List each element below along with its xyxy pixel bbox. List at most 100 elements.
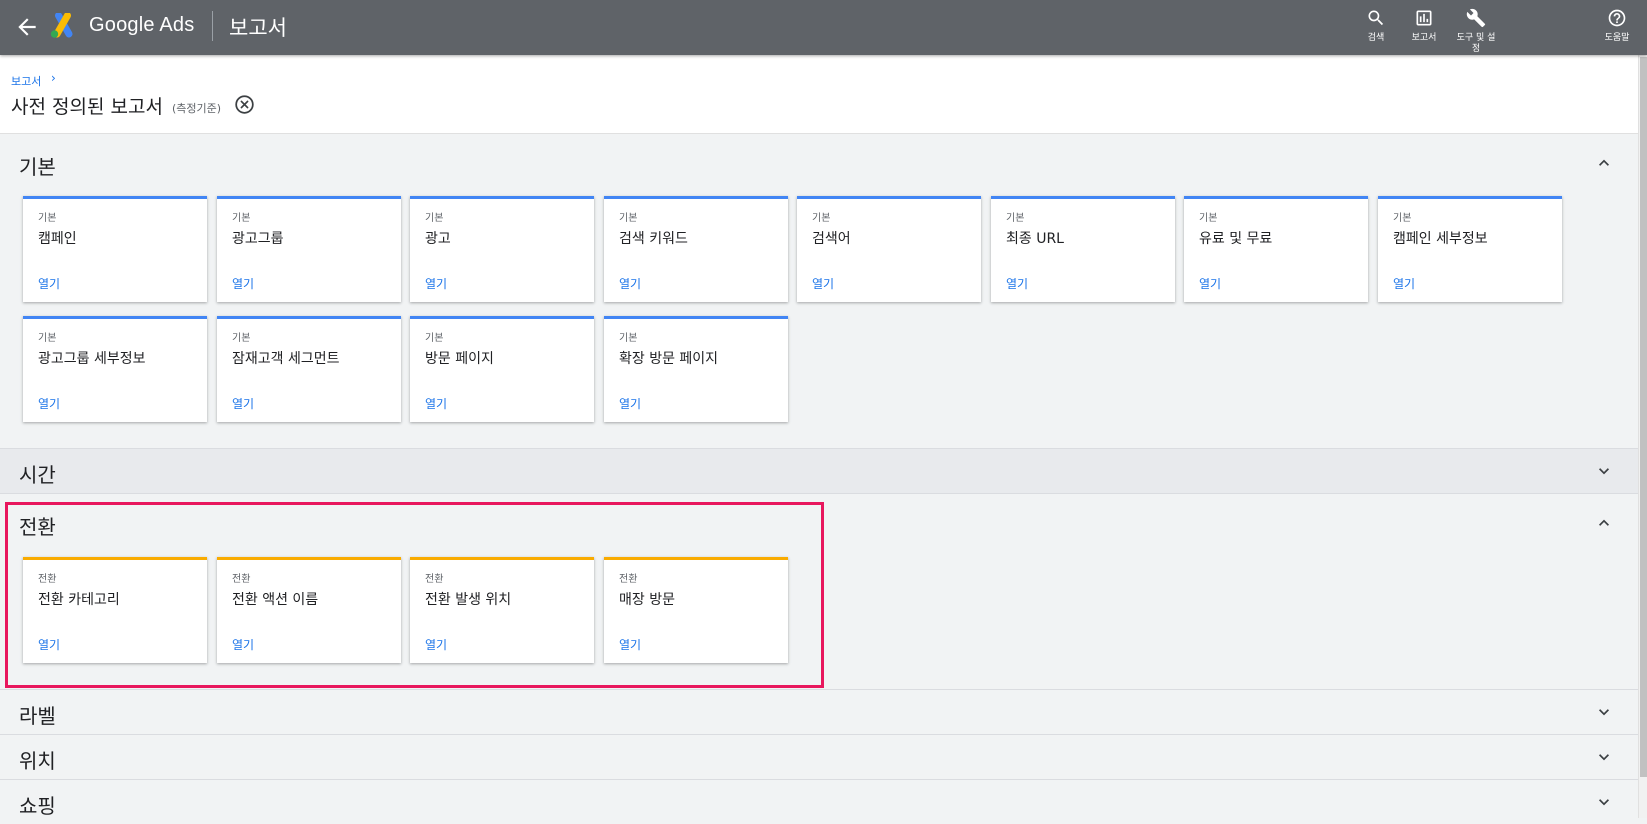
card-name: 검색어 bbox=[812, 231, 851, 247]
report-card-ad[interactable]: 기본 광고 열기 bbox=[410, 196, 594, 302]
section-header-time[interactable]: 시간 bbox=[0, 449, 1638, 493]
section-header-shopping[interactable]: 쇼핑 bbox=[0, 780, 1638, 824]
report-card-conversion-source[interactable]: 전환 전환 발생 위치 열기 bbox=[410, 557, 594, 663]
clear-button[interactable] bbox=[234, 94, 255, 115]
card-category: 전환 bbox=[38, 574, 57, 585]
scrollbar-thumb[interactable] bbox=[1640, 57, 1647, 777]
section-header-basic[interactable]: 기본 bbox=[0, 141, 1638, 185]
chevron-up-icon[interactable] bbox=[1594, 513, 1614, 533]
open-link[interactable]: 열기 bbox=[619, 395, 641, 412]
page-header: 보고서 › 사전 정의된 보고서 (측정기준) bbox=[0, 55, 1638, 134]
card-category: 기본 bbox=[425, 213, 444, 224]
section-header-labels[interactable]: 라벨 bbox=[0, 690, 1638, 734]
breadcrumb-reports-link[interactable]: 보고서 bbox=[11, 73, 41, 89]
report-card-final-url[interactable]: 기본 최종 URL 열기 bbox=[991, 196, 1175, 302]
card-name: 최종 URL bbox=[1006, 231, 1064, 247]
open-link[interactable]: 열기 bbox=[232, 636, 254, 653]
report-card-ad-group[interactable]: 기본 광고그룹 열기 bbox=[217, 196, 401, 302]
brand-divider bbox=[212, 11, 213, 41]
open-link[interactable]: 열기 bbox=[38, 275, 60, 292]
report-card-campaign-details[interactable]: 기본 캠페인 세부정보 열기 bbox=[1378, 196, 1562, 302]
help-button[interactable]: 도움말 bbox=[1587, 8, 1647, 44]
card-category: 기본 bbox=[232, 213, 251, 224]
current-page-name: 보고서 bbox=[229, 16, 287, 40]
card-category: 전환 bbox=[425, 574, 444, 585]
card-category: 기본 bbox=[619, 333, 638, 344]
vertical-scrollbar[interactable] bbox=[1638, 55, 1647, 818]
card-name: 캠페인 세부정보 bbox=[1393, 231, 1488, 247]
card-category: 전환 bbox=[232, 574, 251, 585]
open-link[interactable]: 열기 bbox=[1006, 275, 1028, 292]
card-category: 기본 bbox=[38, 213, 57, 224]
open-link[interactable]: 열기 bbox=[619, 275, 641, 292]
open-link[interactable]: 열기 bbox=[1199, 275, 1221, 292]
card-name: 전환 카테고리 bbox=[38, 592, 120, 608]
card-name: 캠페인 bbox=[38, 231, 77, 247]
card-category: 기본 bbox=[1393, 213, 1412, 224]
close-circle-icon bbox=[235, 95, 254, 114]
card-name: 광고그룹 bbox=[232, 231, 284, 247]
chevron-down-icon[interactable] bbox=[1594, 792, 1614, 812]
open-link[interactable]: 열기 bbox=[232, 275, 254, 292]
open-link[interactable]: 열기 bbox=[38, 395, 60, 412]
card-category: 기본 bbox=[812, 213, 831, 224]
reports-label: 보고서 bbox=[1411, 33, 1437, 43]
chevron-down-icon[interactable] bbox=[1594, 702, 1614, 722]
section-header-locations[interactable]: 위치 bbox=[0, 735, 1638, 779]
chevron-down-icon[interactable] bbox=[1594, 461, 1614, 481]
card-category: 기본 bbox=[619, 213, 638, 224]
card-category: 기본 bbox=[232, 333, 251, 344]
open-link[interactable]: 열기 bbox=[1393, 275, 1415, 292]
reports-button[interactable]: 보고서 bbox=[1394, 8, 1454, 44]
section-title: 시간 bbox=[19, 463, 56, 487]
card-name: 광고그룹 세부정보 bbox=[38, 351, 146, 367]
open-link[interactable]: 열기 bbox=[619, 636, 641, 653]
report-card-conversion-category[interactable]: 전환 전환 카테고리 열기 bbox=[23, 557, 207, 663]
report-card-ad-group-details[interactable]: 기본 광고그룹 세부정보 열기 bbox=[23, 316, 207, 422]
card-name: 매장 방문 bbox=[619, 592, 675, 608]
report-card-audience-segments[interactable]: 기본 잠재고객 세그먼트 열기 bbox=[217, 316, 401, 422]
google-ads-logo-icon[interactable] bbox=[48, 12, 78, 39]
card-category: 기본 bbox=[425, 333, 444, 344]
arrow-back-icon[interactable] bbox=[14, 14, 40, 40]
report-card-conversion-action-name[interactable]: 전환 전환 액션 이름 열기 bbox=[217, 557, 401, 663]
help-label: 도움말 bbox=[1604, 33, 1630, 43]
section-title: 위치 bbox=[19, 749, 56, 773]
open-link[interactable]: 열기 bbox=[232, 395, 254, 412]
chevron-down-icon[interactable] bbox=[1594, 747, 1614, 767]
card-category: 기본 bbox=[1199, 213, 1218, 224]
card-name: 전환 발생 위치 bbox=[425, 592, 512, 608]
search-icon bbox=[1368, 10, 1384, 26]
report-card-search-term[interactable]: 기본 검색어 열기 bbox=[797, 196, 981, 302]
open-link[interactable]: 열기 bbox=[38, 636, 60, 653]
brand-name: Google Ads bbox=[89, 14, 195, 36]
card-category: 전환 bbox=[619, 574, 638, 585]
tools-settings-button[interactable]: 도구 및 설정 bbox=[1446, 8, 1506, 55]
card-name: 확장 방문 페이지 bbox=[619, 351, 719, 367]
card-name: 방문 페이지 bbox=[425, 351, 494, 367]
open-link[interactable]: 열기 bbox=[425, 275, 447, 292]
section-divider bbox=[0, 493, 1638, 494]
section-title: 라벨 bbox=[19, 704, 56, 728]
reports-icon bbox=[1416, 10, 1432, 26]
chevron-up-icon[interactable] bbox=[1594, 153, 1614, 173]
open-link[interactable]: 열기 bbox=[425, 636, 447, 653]
page-title: 사전 정의된 보고서 bbox=[11, 96, 163, 118]
section-header-conversions[interactable]: 전환 bbox=[0, 501, 1638, 545]
report-card-paid-organic[interactable]: 기본 유료 및 무료 열기 bbox=[1184, 196, 1368, 302]
card-category: 기본 bbox=[1006, 213, 1025, 224]
chevron-right-icon: › bbox=[51, 71, 56, 85]
wrench-icon bbox=[1466, 8, 1486, 28]
tools-settings-label: 도구 및 설정 bbox=[1456, 33, 1496, 54]
card-name: 전환 액션 이름 bbox=[232, 592, 319, 608]
open-link[interactable]: 열기 bbox=[425, 395, 447, 412]
report-card-campaign[interactable]: 기본 캠페인 열기 bbox=[23, 196, 207, 302]
card-name: 잠재고객 세그먼트 bbox=[232, 351, 340, 367]
report-card-search-keyword[interactable]: 기본 검색 키워드 열기 bbox=[604, 196, 788, 302]
section-title: 쇼핑 bbox=[19, 794, 56, 818]
report-card-store-visits[interactable]: 전환 매장 방문 열기 bbox=[604, 557, 788, 663]
open-link[interactable]: 열기 bbox=[812, 275, 834, 292]
report-card-landing-page[interactable]: 기본 방문 페이지 열기 bbox=[410, 316, 594, 422]
report-card-expanded-landing-page[interactable]: 기본 확장 방문 페이지 열기 bbox=[604, 316, 788, 422]
top-app-bar: Google Ads 보고서 검색 보고서 도구 및 설정 도움말 bbox=[0, 0, 1647, 55]
